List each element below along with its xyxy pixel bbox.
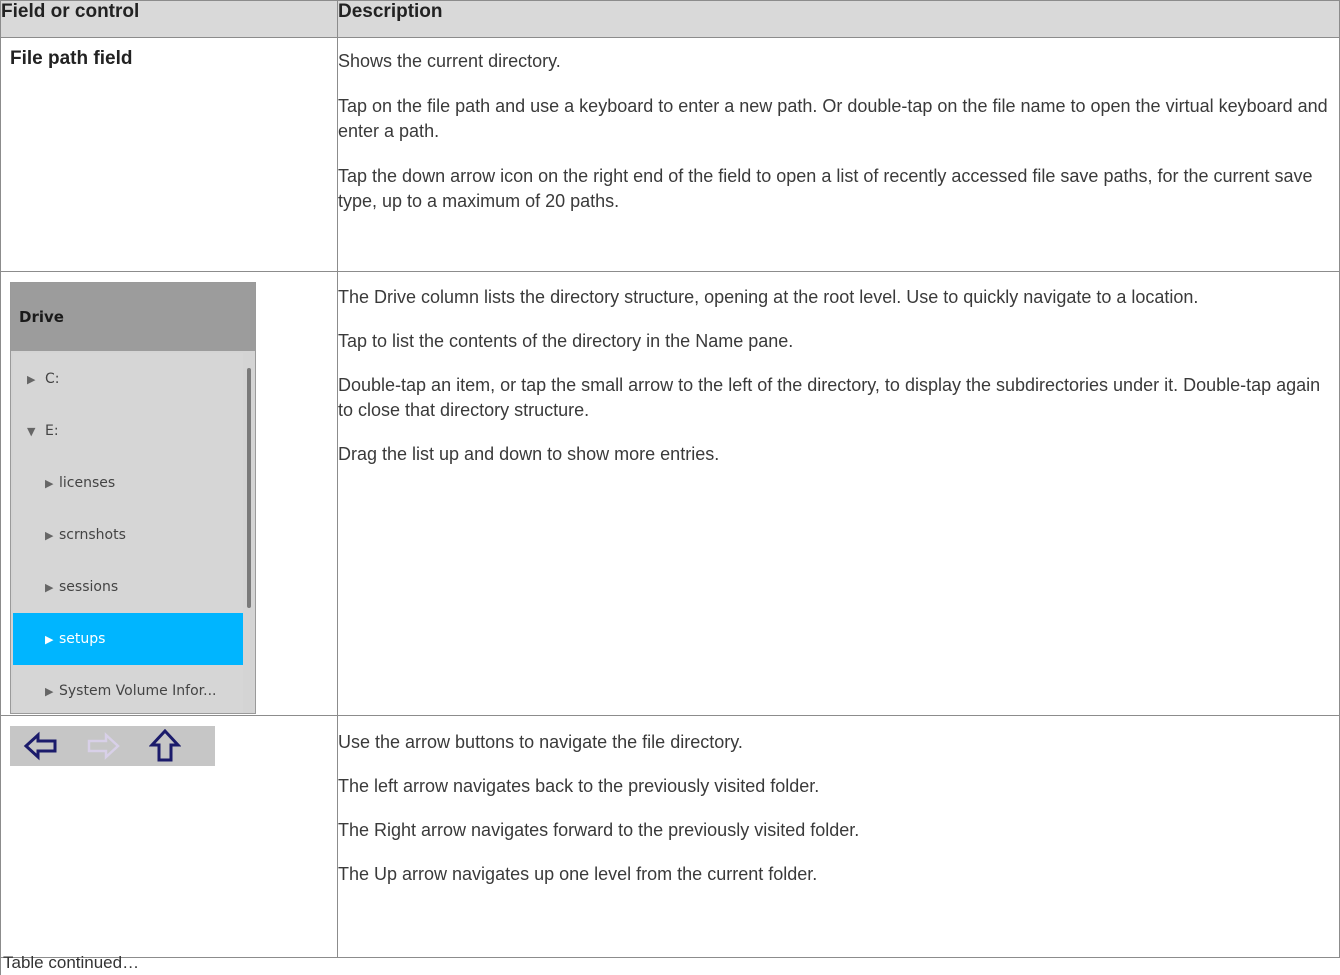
drive-item-label: scrnshots (59, 527, 126, 543)
drive-item-setups: ▶ setups (13, 613, 243, 665)
table-continued-note: Table continued… (0, 952, 139, 975)
drive-item-c: ▶ C: (13, 353, 243, 405)
controls-table: Field or control Description File path f… (0, 0, 1340, 958)
drive-item-system-volume: ▶ System Volume Infor... (13, 665, 243, 713)
description-cell: Shows the current directory. Tap on the … (337, 37, 1340, 272)
field-name: File path field (10, 48, 133, 69)
down-triangle-icon: ▼ (27, 425, 36, 438)
right-triangle-icon: ▶ (45, 477, 54, 490)
drive-item-licenses: ▶ licenses (13, 457, 243, 509)
description-text: Use the arrow buttons to navigate the fi… (338, 732, 743, 752)
description-text: Tap on the file path and use a keyboard … (338, 96, 1328, 141)
drive-item-scrnshots: ▶ scrnshots (13, 509, 243, 561)
table-row: Drive ▶ C: ▼ E: ▶ licenses ▶ scrnshots ▶ sess… (0, 271, 1340, 716)
description-cell: Use the arrow buttons to navigate the fi… (337, 715, 1340, 958)
header-description: Description (337, 0, 1340, 38)
left-arrow-icon (10, 726, 72, 766)
description-text: The Right arrow navigates forward to the… (338, 820, 860, 840)
right-triangle-icon: ▶ (27, 373, 36, 386)
description-cell: The Drive column lists the directory str… (337, 271, 1340, 716)
field-cell: Drive ▶ C: ▼ E: ▶ licenses ▶ scrnshots ▶ sess… (0, 271, 338, 716)
table-row: Use the arrow buttons to navigate the fi… (0, 715, 1340, 958)
description-text: Double-tap an item, or tap the small arr… (338, 375, 1321, 420)
right-arrow-icon (72, 726, 134, 766)
drive-scrollbar (247, 368, 251, 608)
field-cell (0, 715, 338, 958)
drive-item-label: licenses (59, 475, 116, 491)
description-text: Drag the list up and down to show more e… (338, 444, 720, 464)
description-text: Tap the down arrow icon on the right end… (338, 166, 1313, 211)
drive-item-label: System Volume Infor... (59, 683, 217, 699)
drive-item-sessions: ▶ sessions (13, 561, 243, 613)
description-text: The left arrow navigates back to the pre… (338, 776, 820, 796)
up-arrow-icon (134, 726, 196, 766)
drive-item-label: setups (59, 631, 106, 647)
drive-item-e: ▼ E: (13, 405, 243, 457)
header-field: Field or control (0, 0, 338, 38)
right-triangle-icon: ▶ (45, 529, 54, 542)
description-text: Shows the current directory. (338, 51, 561, 71)
drive-header: Drive (11, 283, 255, 351)
drive-item-label: C: (45, 371, 60, 387)
right-triangle-icon: ▶ (45, 581, 54, 594)
drive-list: ▶ C: ▼ E: ▶ licenses ▶ scrnshots ▶ sessions ▶… (13, 353, 243, 713)
drive-pane-image: Drive ▶ C: ▼ E: ▶ licenses ▶ scrnshots ▶ sess… (10, 282, 256, 714)
right-triangle-icon: ▶ (45, 633, 54, 646)
field-cell: File path field (0, 37, 338, 272)
drive-item-label: sessions (59, 579, 119, 595)
header-row: Field or control Description (0, 0, 1340, 38)
description-text: The Drive column lists the directory str… (338, 287, 1199, 307)
drive-item-label: E: (45, 423, 59, 439)
description-text: The Up arrow navigates up one level from… (338, 864, 818, 884)
description-text: Tap to list the contents of the director… (338, 331, 794, 351)
table-row: File path field Shows the current direct… (0, 37, 1340, 272)
right-triangle-icon: ▶ (45, 685, 54, 698)
arrow-buttons-image (10, 726, 215, 766)
